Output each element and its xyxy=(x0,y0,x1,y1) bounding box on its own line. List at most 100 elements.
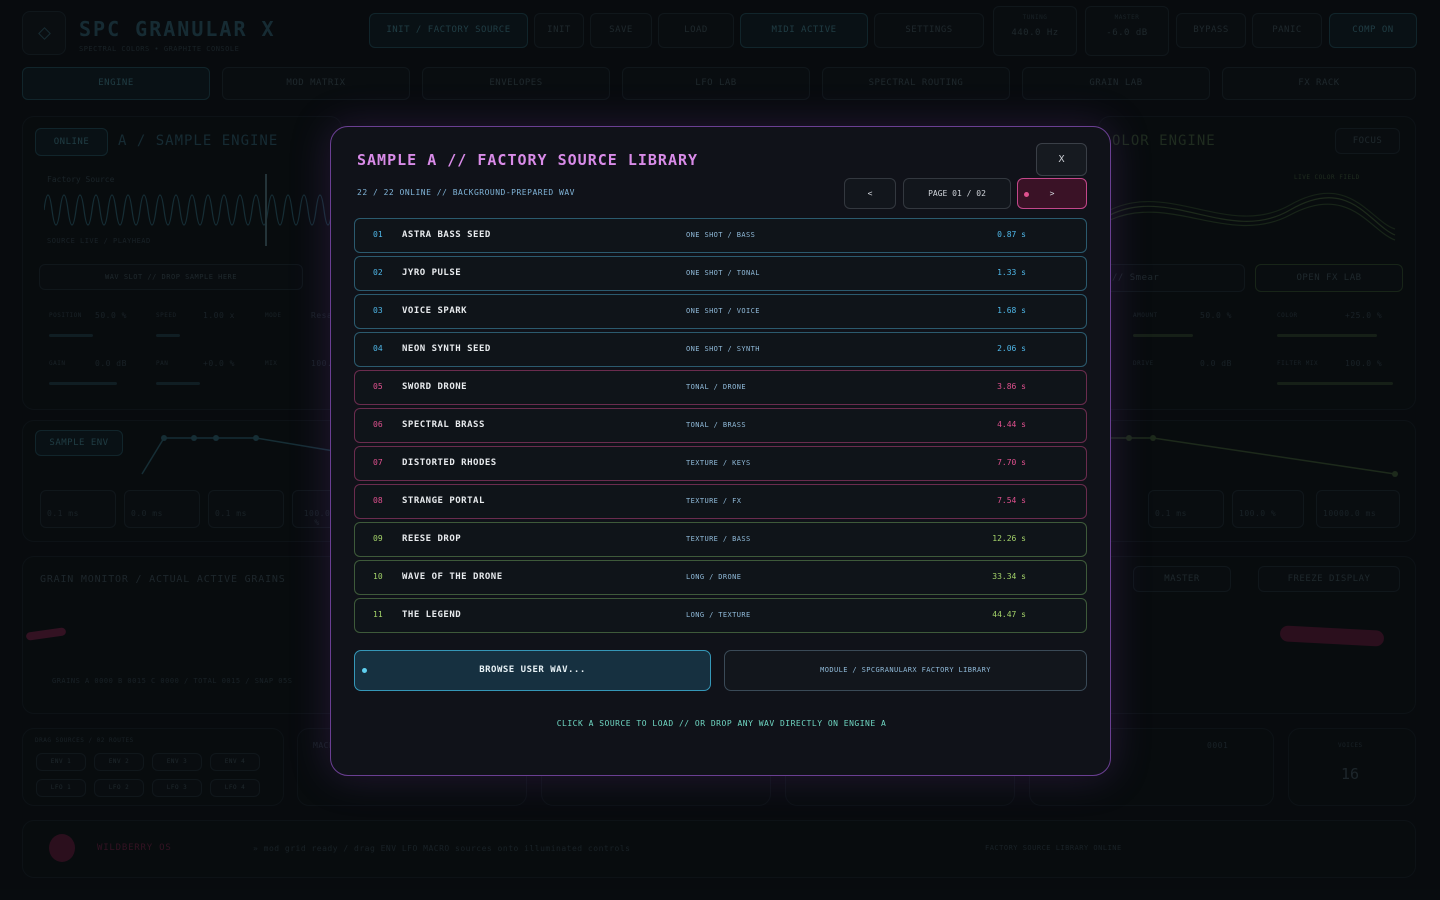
env-value-box[interactable]: 0.1 ms xyxy=(208,490,284,528)
voices-value: 16 xyxy=(1341,765,1360,783)
smear-select[interactable]: // Smear xyxy=(1105,264,1245,292)
prev-page-button[interactable]: < xyxy=(844,178,896,209)
source-row[interactable]: 04 NEON SYNTH SEED ONE SHOT / SYNTH 2.06 s xyxy=(354,332,1087,367)
browse-user-wav-label: BROWSE USER WAV... xyxy=(479,665,586,675)
lfo-source-label: LFO 1 xyxy=(50,784,72,791)
master-view-button[interactable]: MASTER xyxy=(1133,566,1231,592)
env-value: 0.1 ms xyxy=(47,509,79,518)
source-row[interactable]: 01 ASTRA BASS SEED ONE SHOT / BASS 0.87 s xyxy=(354,218,1087,253)
tab-envelopes[interactable]: ENVELOPES xyxy=(422,67,610,100)
env-4-source[interactable]: ENV 4 xyxy=(210,753,260,771)
close-button[interactable]: X xyxy=(1036,143,1087,176)
source-category: ONE SHOT / TONAL xyxy=(686,269,760,277)
open-fx-lab-button[interactable]: OPEN FX LAB xyxy=(1255,264,1403,292)
bypass-button[interactable]: BYPASS xyxy=(1176,13,1246,48)
next-page-button[interactable]: > xyxy=(1017,178,1087,209)
focus-button[interactable]: FOCUS xyxy=(1335,128,1400,154)
sample-env-button[interactable]: SAMPLE ENV xyxy=(35,430,123,456)
tab-grain-lab[interactable]: GRAIN LAB xyxy=(1022,67,1210,100)
save-button[interactable]: SAVE xyxy=(590,13,652,48)
footer-message: » mod grid ready / drag ENV LFO MACRO so… xyxy=(253,844,631,853)
tuning-display[interactable]: TUNING 440.0 Hz xyxy=(993,6,1077,56)
amount-slider[interactable] xyxy=(1133,334,1193,337)
page-indicator-label: PAGE 01 / 02 xyxy=(928,189,986,198)
comp-on-button[interactable]: COMP ON xyxy=(1329,13,1417,48)
source-name: DISTORTED RHODES xyxy=(402,458,497,468)
init-factory-button[interactable]: INIT / FACTORY SOURCE xyxy=(369,13,528,48)
source-name: NEON SYNTH SEED xyxy=(402,344,491,354)
init-button[interactable]: INIT xyxy=(534,13,584,48)
source-name: VOICE SPARK xyxy=(402,306,468,316)
env-value-box[interactable]: 100.0 % xyxy=(1232,490,1304,528)
lfo-4-source[interactable]: LFO 4 xyxy=(210,779,260,797)
source-duration: 7.54 s xyxy=(997,496,1026,505)
lfo-3-source[interactable]: LFO 3 xyxy=(152,779,202,797)
browse-user-wav-button[interactable]: BROWSE USER WAV... xyxy=(354,650,711,691)
source-name: STRANGE PORTAL xyxy=(402,496,485,506)
env-3-source[interactable]: ENV 3 xyxy=(152,753,202,771)
footer-bar xyxy=(22,820,1416,878)
master-display[interactable]: MASTER -6.0 dB xyxy=(1085,6,1169,56)
source-row[interactable]: 09 REESE DROP TEXTURE / BASS 12.26 s xyxy=(354,522,1087,557)
source-number: 02 xyxy=(373,268,383,277)
param-value: 50.0 % xyxy=(95,311,127,320)
speed-slider[interactable] xyxy=(156,334,180,337)
tab-engine[interactable]: ENGINE xyxy=(22,67,210,100)
source-row[interactable]: 07 DISTORTED RHODES TEXTURE / KEYS 7.70 s xyxy=(354,446,1087,481)
param-value: +25.0 % xyxy=(1345,311,1383,320)
tab-fx-rack[interactable]: FX RACK xyxy=(1222,67,1416,100)
position-slider[interactable] xyxy=(49,334,93,337)
load-button[interactable]: LOAD xyxy=(658,13,734,48)
source-name: SWORD DRONE xyxy=(402,382,468,392)
source-duration: 12.26 s xyxy=(992,534,1026,543)
env-value-box[interactable]: 0.0 ms xyxy=(124,490,200,528)
source-duration: 4.44 s xyxy=(997,420,1026,429)
lfo-2-source[interactable]: LFO 2 xyxy=(94,779,144,797)
env-value-box[interactable]: 0.1 ms xyxy=(1148,490,1224,528)
source-category: LONG / TEXTURE xyxy=(686,611,751,619)
source-number: 03 xyxy=(373,306,383,315)
lfo-1-source[interactable]: LFO 1 xyxy=(36,779,86,797)
param-label: MODE xyxy=(265,312,282,319)
source-duration: 1.68 s xyxy=(997,306,1026,315)
source-row[interactable]: 03 VOICE SPARK ONE SHOT / VOICE 1.68 s xyxy=(354,294,1087,329)
env-2-source[interactable]: ENV 2 xyxy=(94,753,144,771)
pan-slider[interactable] xyxy=(156,382,200,385)
source-name: REESE DROP xyxy=(402,534,462,544)
env-value-box[interactable]: 10000.0 ms xyxy=(1316,490,1400,528)
engine-b-env-line xyxy=(1105,437,1396,475)
freeze-display-button[interactable]: FREEZE DISPLAY xyxy=(1258,566,1400,592)
gain-slider[interactable] xyxy=(49,382,117,385)
env-value-box[interactable]: 0.1 ms xyxy=(40,490,116,528)
source-row[interactable]: 05 SWORD DRONE TONAL / DRONE 3.86 s xyxy=(354,370,1087,405)
source-number: 08 xyxy=(373,496,383,505)
source-sub-label: SOURCE LIVE / PLAYHEAD xyxy=(47,237,151,245)
env-1-source[interactable]: ENV 1 xyxy=(36,753,86,771)
filter-mix-slider[interactable] xyxy=(1277,382,1393,385)
source-row[interactable]: 06 SPECTRAL BRASS TONAL / BRASS 4.44 s xyxy=(354,408,1087,443)
source-row[interactable]: 10 WAVE OF THE DRONE LONG / DRONE 33.34 s xyxy=(354,560,1087,595)
engine-a-online-badge[interactable]: ONLINE xyxy=(35,128,108,156)
param-label: AMOUNT xyxy=(1133,312,1158,319)
module-library-button[interactable]: MODULE / SPCGRANULARX FACTORY LIBRARY xyxy=(724,650,1087,691)
param-label: POSITION xyxy=(49,312,82,319)
page-indicator: PAGE 01 / 02 xyxy=(903,178,1011,209)
source-row[interactable]: 08 STRANGE PORTAL TEXTURE / FX 7.54 s xyxy=(354,484,1087,519)
wav-slot-dropzone[interactable]: WAV SLOT // DROP SAMPLE HERE xyxy=(39,264,303,290)
app-subtitle: SPECTRAL COLORS • GRAPHITE CONSOLE xyxy=(79,45,240,53)
param-label: SPEED xyxy=(156,312,177,319)
tab-lfo-lab[interactable]: LFO LAB xyxy=(622,67,810,100)
source-row[interactable]: 11 THE LEGEND LONG / TEXTURE 44.47 s xyxy=(354,598,1087,633)
source-row[interactable]: 02 JYRO PULSE ONE SHOT / TONAL 1.33 s xyxy=(354,256,1087,291)
color-slider[interactable] xyxy=(1277,334,1377,337)
open-fx-lab-label: OPEN FX LAB xyxy=(1296,273,1362,283)
source-category: TEXTURE / BASS xyxy=(686,535,751,543)
source-category: TEXTURE / FX xyxy=(686,497,742,505)
settings-label: SETTINGS xyxy=(905,25,953,35)
panic-button[interactable]: PANIC xyxy=(1252,13,1322,48)
tab-spectral-routing[interactable]: SPECTRAL ROUTING xyxy=(822,67,1010,100)
settings-button[interactable]: SETTINGS xyxy=(874,13,984,48)
midi-active-button[interactable]: MIDI ACTIVE xyxy=(740,13,868,48)
tab-mod-matrix[interactable]: MOD MATRIX xyxy=(222,67,410,100)
source-duration: 1.33 s xyxy=(997,268,1026,277)
